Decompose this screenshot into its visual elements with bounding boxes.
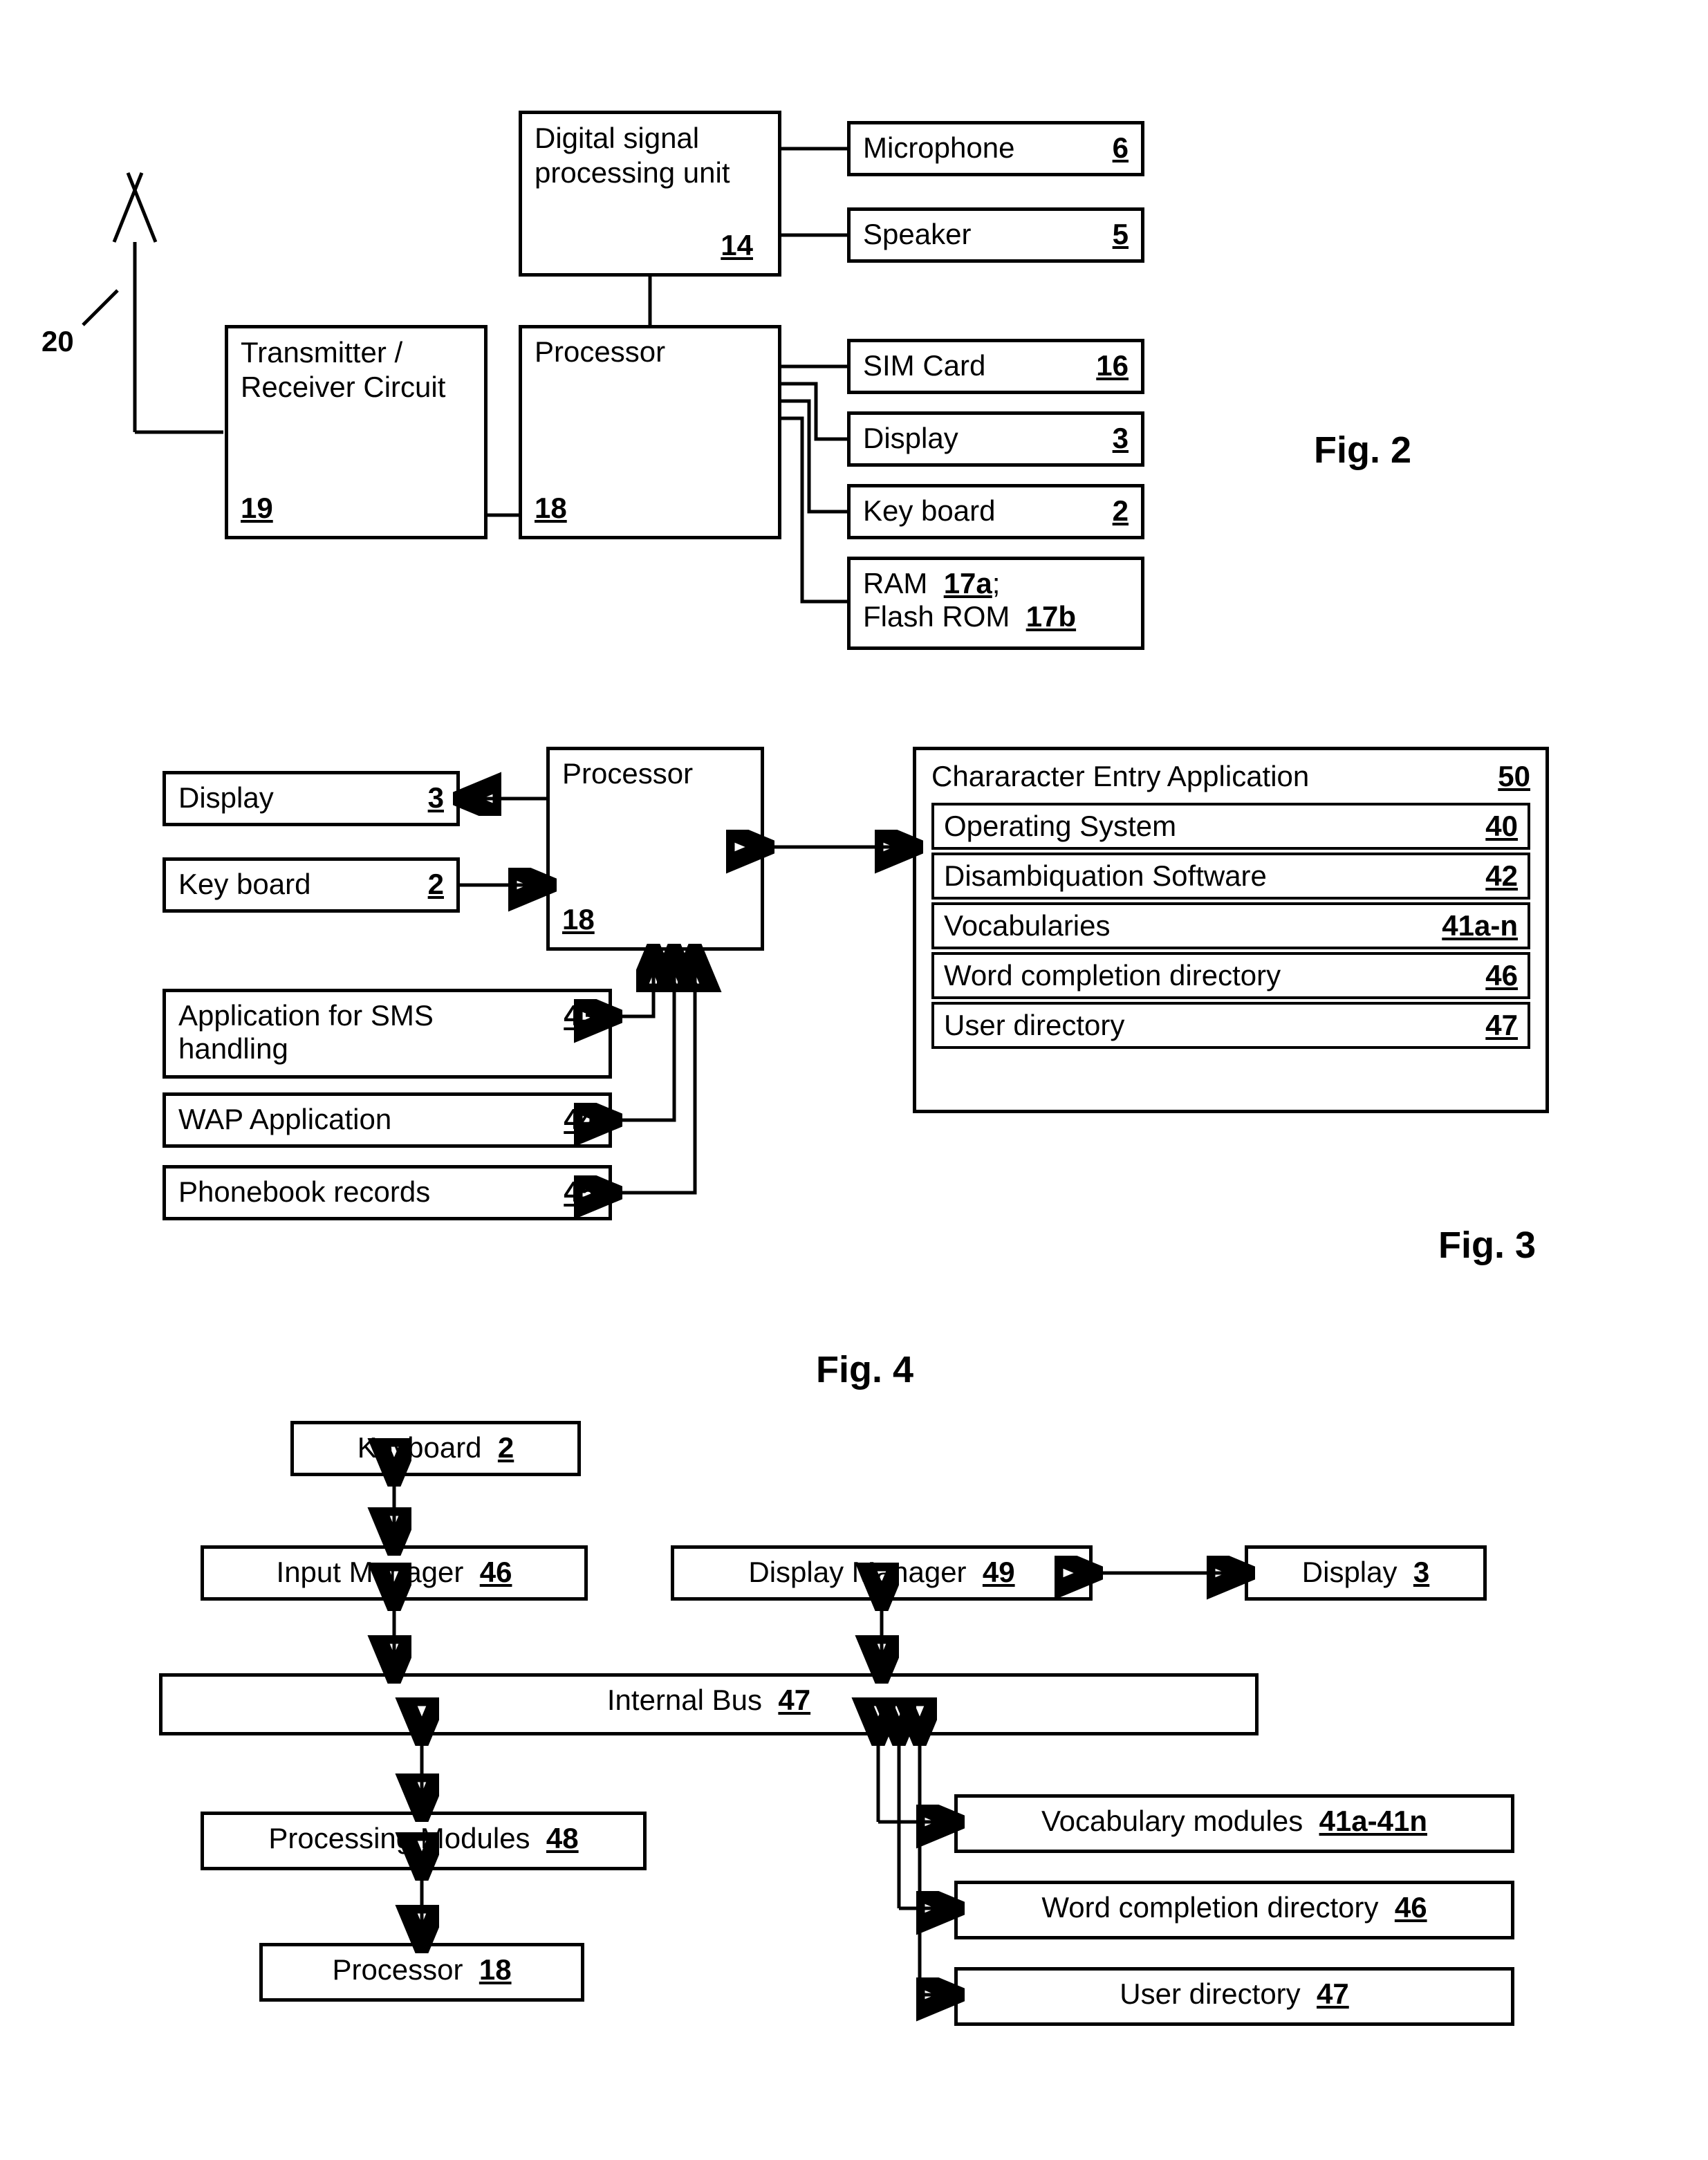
- vocabmod-num: 41a-41n: [1319, 1805, 1427, 1837]
- phonebook-label: Phonebook records: [178, 1175, 430, 1209]
- ram-rom-box: RAM 17a; Flash ROM 17b: [847, 557, 1144, 650]
- userdir-label-fig4: User directory: [1120, 1977, 1300, 2010]
- wcd-box-fig4: Word completion directory 46: [954, 1881, 1514, 1939]
- os-box: Operating System 40: [931, 803, 1530, 850]
- keyboard-num-fig4: 2: [498, 1431, 514, 1464]
- transmitter-label: Transmitter / Receiver Circuit: [241, 335, 472, 405]
- display-label-fig4: Display: [1302, 1556, 1398, 1588]
- keyboard-num-fig3: 2: [428, 868, 444, 901]
- wcd-num-fig4: 46: [1395, 1891, 1427, 1924]
- transmitter-receiver-box: Transmitter / Receiver Circuit 19: [225, 325, 488, 539]
- display-box-fig4: Display 3: [1245, 1545, 1487, 1601]
- transmitter-num: 19: [241, 492, 273, 525]
- internal-bus-box: Internal Bus 47: [159, 1673, 1259, 1735]
- vocab-box: Vocabularies 41a-n: [931, 902, 1530, 949]
- keyboard-label-fig2: Key board: [863, 494, 995, 528]
- wap-label: WAP Application: [178, 1103, 391, 1136]
- wap-num: 44: [564, 1103, 596, 1136]
- dispmgr-label: Display Manager: [748, 1556, 966, 1588]
- processor-label-fig2: Processor: [535, 335, 765, 369]
- procmod-label: Processing Modules: [268, 1822, 530, 1854]
- speaker-box: Speaker 5: [847, 207, 1144, 263]
- keyboard-box-fig3: Key board 2: [163, 857, 460, 913]
- display-label-fig2: Display: [863, 422, 958, 455]
- processor-box-fig4: Processor 18: [259, 1943, 584, 2002]
- bus-num: 47: [778, 1684, 810, 1716]
- ram-line: RAM 17a;: [863, 567, 1129, 600]
- dsp-box: Digital signal processing unit 14: [519, 111, 781, 277]
- fig2-title: Fig. 2: [1314, 429, 1411, 472]
- processor-label-fig4: Processor: [332, 1953, 463, 1986]
- display-manager-box: Display Manager 49: [671, 1545, 1093, 1601]
- processor-num-fig2: 18: [535, 492, 567, 525]
- display-num-fig3: 3: [428, 781, 444, 814]
- userdir-box-fig4: User directory 47: [954, 1967, 1514, 2026]
- sms-num: 43: [564, 999, 596, 1032]
- processor-box-fig2: Processor 18: [519, 325, 781, 539]
- vocab-num: 41a-n: [1442, 909, 1518, 942]
- sms-box: Application for SMS handling 43: [163, 989, 612, 1079]
- wap-box: WAP Application 44: [163, 1092, 612, 1148]
- wcd-num-fig3: 46: [1485, 959, 1518, 992]
- userdir-num-fig4: 47: [1317, 1977, 1349, 2010]
- keyboard-label-fig3: Key board: [178, 868, 310, 901]
- fig3-title: Fig. 3: [1438, 1224, 1536, 1267]
- os-label: Operating System: [944, 810, 1176, 843]
- speaker-num: 5: [1113, 218, 1129, 251]
- display-num-fig2: 3: [1113, 422, 1129, 455]
- vocabmod-label: Vocabulary modules: [1041, 1805, 1303, 1837]
- processor-box-fig3: Processor 18: [546, 747, 764, 951]
- vocab-label: Vocabularies: [944, 909, 1111, 942]
- sim-label: SIM Card: [863, 349, 985, 382]
- userdir-box-fig3: User directory 47: [931, 1002, 1530, 1049]
- sim-num: 16: [1096, 349, 1129, 382]
- bus-label: Internal Bus: [607, 1684, 762, 1716]
- keyboard-label-fig4: Keyboard: [358, 1431, 482, 1464]
- microphone-label: Microphone: [863, 131, 1014, 165]
- wcd-box-fig3: Word completion directory 46: [931, 952, 1530, 999]
- fig4-title: Fig. 4: [816, 1348, 913, 1391]
- os-num: 40: [1485, 810, 1518, 843]
- dispmgr-num: 49: [983, 1556, 1015, 1588]
- processing-modules-box: Processing Modules 48: [201, 1812, 647, 1870]
- char-entry-app-box: Chararacter Entry Application 50 Operati…: [913, 747, 1549, 1113]
- char-entry-label: Chararacter Entry Application: [931, 760, 1309, 793]
- userdir-label-fig3: User directory: [944, 1009, 1124, 1042]
- processor-label-fig3: Processor: [562, 757, 748, 790]
- display-label-fig3: Display: [178, 781, 274, 814]
- dsp-label: Digital signal processing unit: [535, 121, 765, 191]
- sim-box: SIM Card 16: [847, 339, 1144, 394]
- display-num-fig4: 3: [1413, 1556, 1429, 1588]
- dsp-num: 14: [721, 229, 753, 262]
- disamb-label: Disambiquation Software: [944, 859, 1267, 893]
- phonebook-box: Phonebook records 45: [163, 1165, 612, 1220]
- speaker-label: Speaker: [863, 218, 971, 251]
- vocab-modules-box: Vocabulary modules 41a-41n: [954, 1794, 1514, 1853]
- keyboard-box-fig2: Key board 2: [847, 484, 1144, 539]
- wcd-label-fig4: Word completion directory: [1041, 1891, 1378, 1924]
- procmod-num: 48: [546, 1822, 579, 1854]
- disamb-box: Disambiquation Software 42: [931, 853, 1530, 900]
- sms-label: Application for SMS handling: [178, 999, 492, 1065]
- userdir-num-fig3: 47: [1485, 1009, 1518, 1042]
- disamb-num: 42: [1485, 859, 1518, 893]
- rom-line: Flash ROM 17b: [863, 600, 1129, 633]
- processor-num-fig3: 18: [562, 903, 595, 936]
- keyboard-box-fig4: Keyboard 2: [290, 1421, 581, 1476]
- display-box-fig2: Display 3: [847, 411, 1144, 467]
- phonebook-num: 45: [564, 1175, 596, 1209]
- microphone-num: 6: [1113, 131, 1129, 165]
- inputmgr-label: Input Manager: [277, 1556, 464, 1588]
- antenna-number: 20: [41, 325, 74, 358]
- microphone-box: Microphone 6: [847, 121, 1144, 176]
- inputmgr-num: 46: [480, 1556, 512, 1588]
- input-manager-box: Input Manager 46: [201, 1545, 588, 1601]
- keyboard-num-fig2: 2: [1113, 494, 1129, 528]
- char-entry-num: 50: [1498, 760, 1530, 793]
- display-box-fig3: Display 3: [163, 771, 460, 826]
- processor-num-fig4: 18: [479, 1953, 512, 1986]
- wcd-label-fig3: Word completion directory: [944, 959, 1281, 992]
